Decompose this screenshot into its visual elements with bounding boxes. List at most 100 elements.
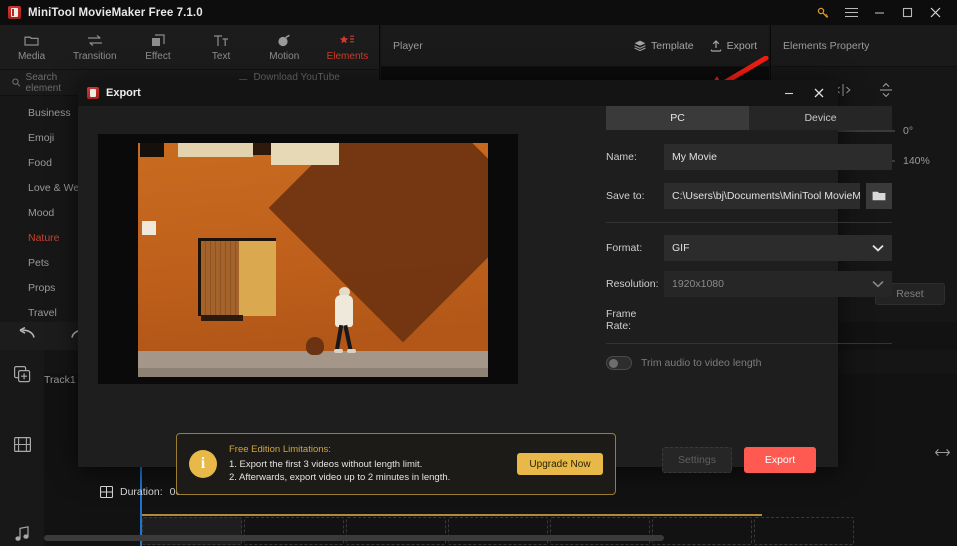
- dialog-logo-icon: [87, 87, 99, 99]
- preview-dark-notch: [253, 143, 271, 155]
- tool-tab-motion[interactable]: Motion: [253, 25, 316, 70]
- dialog-window-controls: [774, 80, 834, 106]
- tool-tab-label: Text: [211, 50, 231, 62]
- video-track-icon[interactable]: [0, 420, 44, 468]
- effect-icon: [151, 33, 165, 48]
- timeline-scrollbar-thumb[interactable]: [44, 535, 664, 541]
- tool-tab-transition[interactable]: Transition: [63, 25, 126, 70]
- template-icon: [634, 40, 646, 51]
- preview-bag: [306, 337, 324, 355]
- chevron-down-icon: [872, 281, 884, 288]
- minimize-button[interactable]: [865, 0, 893, 25]
- export-label: Export: [726, 39, 757, 52]
- motion-icon: [277, 33, 291, 48]
- preview-left-square: [142, 221, 156, 235]
- saveto-row: Save to: C:\Users\bj\Documents\MiniTool …: [606, 183, 892, 209]
- dialog-actions: Settings Export: [662, 447, 816, 473]
- form-divider: [606, 222, 892, 223]
- format-select[interactable]: GIF: [664, 235, 892, 261]
- format-row: Format: GIF: [606, 235, 892, 261]
- trim-audio-label: Trim audio to video length: [641, 357, 762, 369]
- tool-tab-bar: Media Transition Effect Text Motion Elem…: [0, 25, 379, 70]
- name-input[interactable]: My Movie: [664, 144, 892, 170]
- export-icon: [710, 39, 721, 52]
- folder-icon: [872, 191, 886, 201]
- window-controls: [809, 0, 949, 25]
- properties-title: Elements Property: [783, 39, 870, 52]
- scale-value: 140%: [903, 155, 930, 167]
- settings-button[interactable]: Settings: [662, 447, 732, 473]
- timeline-rail: [0, 350, 44, 546]
- tool-tab-media[interactable]: Media: [0, 25, 63, 70]
- app-window: MiniTool MovieMaker Free 7.1.0 Media Tra…: [0, 0, 957, 546]
- tool-tab-text[interactable]: Text: [190, 25, 253, 70]
- search-icon: [12, 78, 21, 87]
- dialog-close-button[interactable]: [804, 80, 834, 106]
- toggle-knob: [609, 359, 618, 368]
- free-edition-notice: i Free Edition Limitations: 1. Export th…: [176, 433, 616, 495]
- audio-track-icon[interactable]: [0, 510, 44, 546]
- resolution-label: Resolution:: [606, 278, 659, 290]
- framerate-value[interactable]: [664, 307, 892, 333]
- export-button[interactable]: Export: [710, 40, 757, 52]
- trim-audio-row[interactable]: Trim audio to video length: [606, 356, 892, 370]
- tool-tab-label: Effect: [145, 50, 171, 62]
- notice-text: Free Edition Limitations: 1. Export the …: [229, 444, 505, 484]
- tab-device[interactable]: Device: [749, 106, 892, 130]
- export-dialog: Export Duration: PC Device Name: My Movi…: [78, 80, 892, 498]
- browse-folder-button[interactable]: [866, 183, 892, 209]
- add-media-icon[interactable]: [0, 350, 44, 398]
- maximize-button[interactable]: [893, 0, 921, 25]
- chevron-down-icon: [872, 244, 884, 252]
- text-icon: [213, 33, 229, 48]
- dialog-minimize-button[interactable]: [774, 80, 804, 106]
- saveto-input[interactable]: C:\Users\bj\Documents\MiniTool MovieMake…: [664, 183, 860, 209]
- title-bar: MiniTool MovieMaker Free 7.1.0: [0, 0, 957, 25]
- undo-icon[interactable]: [18, 326, 36, 345]
- form-divider-2: [606, 343, 892, 344]
- preview-thumbnail: [138, 143, 488, 377]
- template-label: Template: [651, 39, 694, 52]
- key-icon[interactable]: [809, 0, 837, 25]
- timeline-scrollbar[interactable]: [44, 535, 957, 541]
- tool-tab-effect[interactable]: Effect: [126, 25, 189, 70]
- film-icon: [100, 486, 113, 498]
- resolution-row: Resolution: 1920x1080: [606, 271, 892, 297]
- menu-icon[interactable]: [837, 0, 865, 25]
- preview-person: [334, 287, 356, 359]
- rotation-value: 0°: [903, 125, 914, 137]
- preview-band: [178, 143, 253, 157]
- preview-person-coat: [335, 295, 353, 327]
- close-button[interactable]: [921, 0, 949, 25]
- elements-icon: [339, 33, 355, 48]
- selected-track-outline: [142, 514, 762, 516]
- resolution-value: 1920x1080: [672, 278, 724, 290]
- properties-header: Elements Property: [771, 25, 957, 67]
- dialog-title: Export: [106, 87, 141, 99]
- preview-leg: [343, 324, 353, 352]
- export-target-tabs: PC Device: [606, 106, 892, 130]
- info-icon: i: [189, 450, 217, 478]
- preview-door: [198, 238, 276, 321]
- preview-person-legs: [334, 324, 356, 353]
- tool-tab-label: Elements: [326, 50, 369, 62]
- preview-shoe: [334, 349, 343, 353]
- dialog-title-bar: Export: [78, 80, 838, 106]
- duration-label: Duration:: [120, 486, 163, 498]
- preview-leg: [334, 324, 344, 352]
- template-button[interactable]: Template: [634, 40, 694, 52]
- transition-icon: [87, 33, 103, 48]
- format-label: Format:: [606, 242, 643, 254]
- timeline-expand-icon[interactable]: [933, 442, 951, 462]
- align-vertical-icon[interactable]: [879, 82, 893, 102]
- export-form: Name: My Movie Save to: C:\Users\bj\Docu…: [606, 144, 892, 370]
- resolution-select[interactable]: 1920x1080: [664, 271, 892, 297]
- upgrade-now-button[interactable]: Upgrade Now: [517, 453, 603, 475]
- trim-audio-toggle[interactable]: [606, 356, 632, 370]
- preview-ground-shadow: [138, 368, 488, 377]
- export-confirm-button[interactable]: Export: [744, 447, 816, 473]
- tool-tab-elements[interactable]: Elements: [316, 25, 379, 70]
- format-value: GIF: [672, 242, 690, 254]
- tab-pc[interactable]: PC: [606, 106, 749, 130]
- app-title: MiniTool MovieMaker Free 7.1.0: [28, 6, 203, 19]
